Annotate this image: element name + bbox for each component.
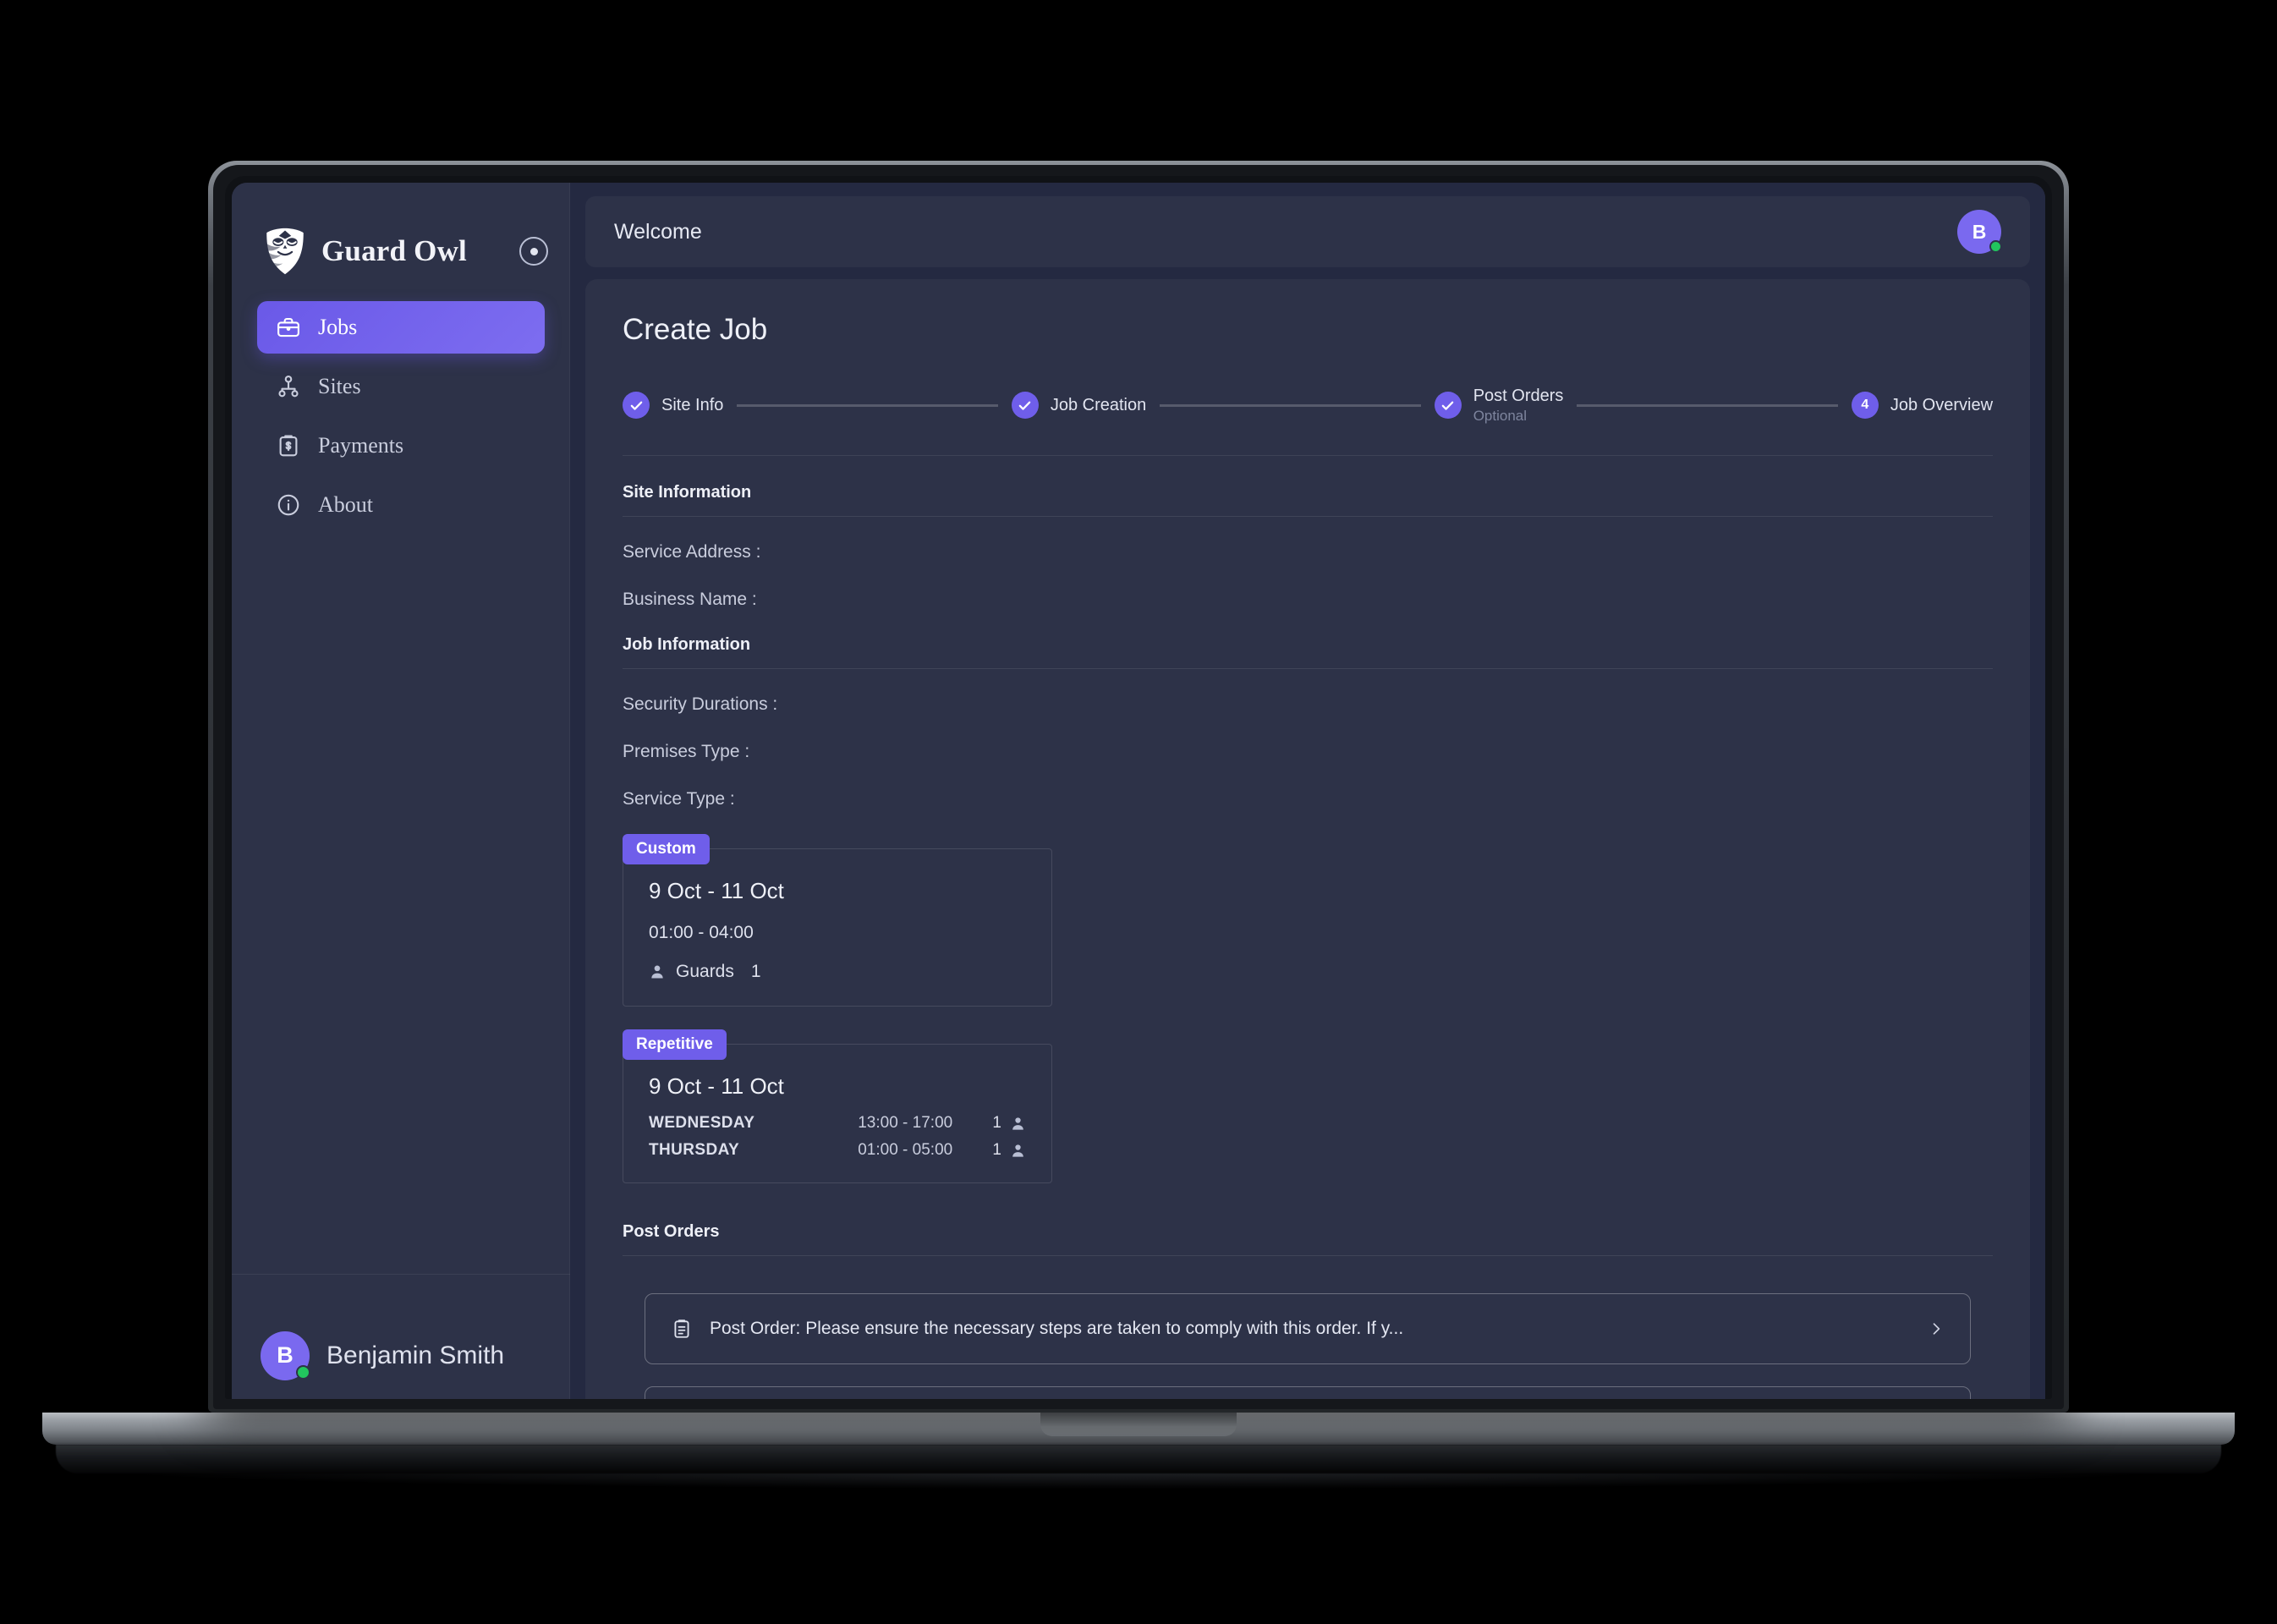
sidebar-item-jobs[interactable]: Jobs — [257, 301, 545, 354]
schedule-row-thursday: THURSDAY 01:00 - 05:00 1 — [649, 1137, 1026, 1164]
avatar: B — [261, 1330, 310, 1380]
chevron-right-icon[interactable] — [1928, 1320, 1945, 1337]
schedule-count-wednesday: 1 — [992, 1114, 1026, 1133]
section-post-orders: Post Orders — [623, 1222, 1993, 1257]
sidebar-item-sites[interactable]: Sites — [257, 360, 545, 413]
briefcase-icon — [276, 315, 301, 340]
field-service-type: Service Type : — [623, 789, 735, 809]
laptop-deck-notch — [1040, 1413, 1237, 1436]
schedule-date-range: 9 Oct - 11 Oct — [649, 878, 784, 904]
sidebar-item-label-sites: Sites — [318, 374, 361, 398]
section-job-information: Job Information — [623, 635, 1993, 670]
field-premises-type: Premises Type : — [623, 742, 750, 762]
schedule-count-value-wednesday: 1 — [992, 1114, 1001, 1133]
step-post-orders[interactable]: Post Orders Optional — [1434, 386, 1564, 425]
schedule-row-wednesday: WEDNESDAY 13:00 - 17:00 1 — [649, 1110, 1026, 1137]
welcome-text: Welcome — [614, 219, 702, 244]
schedule-time-thursday: 01:00 - 05:00 — [858, 1141, 953, 1160]
schedule-card-repetitive[interactable]: Repetitive 9 Oct - 11 Oct WEDNESDAY 13:0… — [623, 1029, 1052, 1184]
profile-name: Benjamin Smith — [326, 1341, 505, 1369]
schedule-tag-repetitive: Repetitive — [623, 1029, 727, 1061]
stepper: Site Info Job Creation Post Orders Optio… — [623, 386, 1994, 457]
schedule-guards: Guards 1 — [649, 962, 1026, 982]
person-icon — [1010, 1116, 1026, 1132]
step-job-overview[interactable]: 4 Job Overview — [1851, 392, 1994, 420]
step-check-icon — [1434, 392, 1462, 420]
person-icon — [649, 963, 666, 980]
schedule-time-range: 01:00 - 04:00 — [649, 923, 754, 943]
step-label-post-orders: Post Orders — [1473, 387, 1564, 405]
schedule-guards-label: Guards — [676, 962, 734, 982]
step-label-job-overview: Job Overview — [1890, 395, 1994, 414]
owl-shield-icon — [261, 227, 310, 276]
laptop-lid: Guard Owl Jobs Sites Payments About B Be… — [208, 161, 2069, 1413]
schedule-day-wednesday: WEDNESDAY — [649, 1114, 755, 1133]
step-site-info[interactable]: Site Info — [623, 392, 724, 420]
page-title: Create Job — [623, 313, 768, 346]
sidebar: Guard Owl Jobs Sites Payments About B Be… — [232, 183, 570, 1399]
sidebar-item-label-about: About — [318, 492, 373, 517]
step-connector-1 — [737, 403, 998, 407]
laptop-deck — [42, 1413, 2235, 1445]
step-connector-2 — [1160, 403, 1421, 407]
step-check-icon — [1011, 392, 1039, 420]
schedule-tag-custom: Custom — [623, 834, 710, 865]
post-order-item[interactable]: Post Order: Please ensure the necessary … — [645, 1293, 1971, 1365]
sidebar-item-label-jobs: Jobs — [318, 315, 358, 339]
laptop-bezel: Guard Owl Jobs Sites Payments About B Be… — [225, 176, 2052, 1399]
topbar: Welcome B — [585, 196, 2030, 267]
main-content: Welcome B Create Job Site Info Job Creat… — [570, 183, 2045, 1399]
laptop-mockup-stage: Guard Owl Jobs Sites Payments About B Be… — [0, 0, 2277, 1624]
post-order-item-partial[interactable] — [645, 1386, 1971, 1399]
schedule-card-custom[interactable]: Custom 9 Oct - 11 Oct 01:00 - 04:00 Guar… — [623, 834, 1052, 1007]
brand-name: Guard Owl — [321, 234, 467, 267]
sidebar-item-payments[interactable]: Payments — [257, 420, 545, 472]
payment-clipboard-icon — [276, 433, 301, 458]
online-status-dot — [296, 1364, 310, 1380]
step-number-badge: 4 — [1851, 392, 1879, 420]
sidebar-nav: Jobs Sites Payments About — [232, 283, 570, 538]
section-site-information: Site Information — [623, 483, 1993, 518]
step-check-icon — [623, 392, 650, 420]
field-security-durations: Security Durations : — [623, 694, 778, 715]
field-service-address: Service Address : — [623, 542, 761, 562]
sidebar-profile[interactable]: B Benjamin Smith — [232, 1274, 570, 1399]
brand-header: Guard Owl — [232, 183, 570, 283]
laptop-base-shadow — [56, 1445, 2221, 1473]
sidebar-item-about[interactable]: About — [257, 479, 545, 531]
create-job-panel: Create Job Site Info Job Creation Post O… — [585, 279, 2030, 1399]
post-order-text: Post Order: Please ensure the necessary … — [710, 1319, 1404, 1339]
step-connector-3 — [1577, 403, 1838, 407]
circle-dot-icon[interactable] — [519, 237, 548, 266]
step-label-site-info: Site Info — [661, 395, 724, 414]
app-screen: Guard Owl Jobs Sites Payments About B Be… — [232, 183, 2045, 1399]
sidebar-item-label-payments: Payments — [318, 433, 404, 458]
step-label-job-creation: Job Creation — [1050, 395, 1147, 414]
step-sublabel-optional: Optional — [1473, 408, 1528, 424]
topbar-avatar[interactable]: B — [1957, 210, 2002, 254]
info-circle-icon — [276, 492, 301, 518]
schedule-day-thursday: THURSDAY — [649, 1141, 740, 1160]
clipboard-icon — [671, 1318, 693, 1340]
sitemap-icon — [276, 374, 301, 399]
schedule-time-wednesday: 13:00 - 17:00 — [858, 1114, 953, 1133]
schedule-count-value-thursday: 1 — [992, 1141, 1001, 1160]
field-business-name: Business Name : — [623, 590, 757, 610]
topbar-online-status-dot — [1989, 240, 2002, 253]
schedule-date-range-repetitive: 9 Oct - 11 Oct — [649, 1073, 784, 1100]
schedule-guards-count: 1 — [750, 962, 761, 982]
laptop-lid-inner: Guard Owl Jobs Sites Payments About B Be… — [213, 165, 2064, 1409]
schedule-count-thursday: 1 — [992, 1141, 1026, 1160]
step-job-creation[interactable]: Job Creation — [1011, 392, 1147, 420]
laptop-device: Guard Owl Jobs Sites Payments About B Be… — [42, 161, 2235, 1489]
person-icon — [1010, 1143, 1026, 1159]
